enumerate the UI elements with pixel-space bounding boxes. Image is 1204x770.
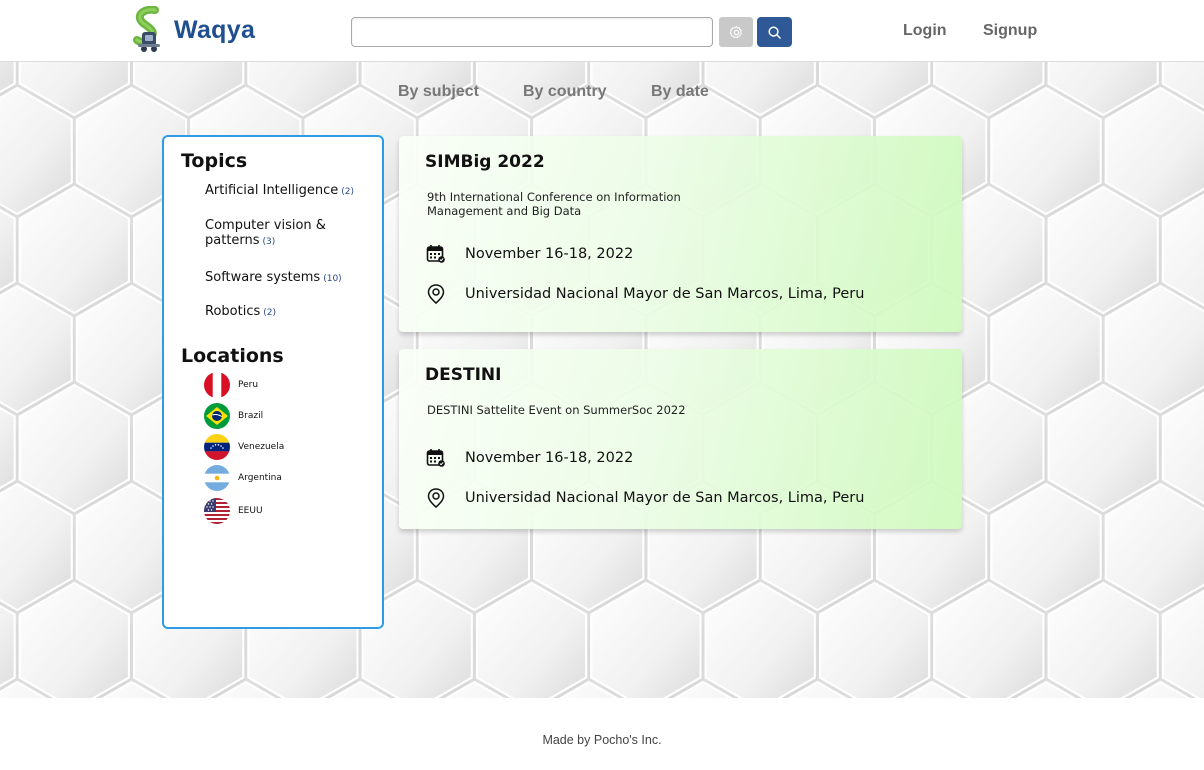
topics-heading: Topics	[181, 150, 248, 172]
topic-count: (2)	[341, 187, 354, 197]
topic-label: Artificial Intelligence	[205, 183, 339, 198]
footer: Made by Pocho's Inc.	[0, 698, 1204, 770]
event-card[interactable]: DESTINI DESTINI Sattelite Event on Summe…	[399, 349, 962, 529]
search-icon	[768, 25, 781, 39]
topic-count: (10)	[323, 274, 342, 284]
sidebar-location-peru[interactable]: Peru	[204, 372, 258, 398]
sidebar-location-brazil[interactable]: Brazil	[204, 403, 263, 429]
search-button[interactable]	[757, 17, 792, 47]
sidebar-topic-software-systems[interactable]: Software systems (10)	[205, 270, 375, 287]
event-description: DESTINI Sattelite Event on SummerSoc 202…	[427, 403, 686, 417]
venezuela-flag-icon	[204, 434, 230, 460]
location-label: Peru	[238, 380, 259, 390]
login-link[interactable]: Login	[903, 22, 947, 40]
event-date: November 16-18, 2022	[465, 246, 634, 262]
tab-by-subject[interactable]: By subject	[398, 83, 479, 101]
argentina-flag-icon	[204, 465, 230, 491]
calendar-icon	[425, 447, 447, 469]
brand-name[interactable]: Waqya	[174, 16, 255, 45]
peru-flag-icon	[204, 372, 230, 398]
sidebar-location-eeuu[interactable]: EEUU	[204, 498, 263, 524]
event-location-row: Universidad Nacional Mayor de San Marcos…	[425, 486, 864, 510]
event-date-row: November 16-18, 2022	[425, 242, 633, 266]
usa-flag-icon	[204, 498, 230, 524]
location-label: Brazil	[238, 411, 264, 421]
sidebar-location-argentina[interactable]: Argentina	[204, 465, 282, 491]
topic-label: Robotics	[205, 304, 261, 319]
topic-count: (3)	[262, 237, 276, 247]
event-description: 9th International Conference on Informat…	[427, 190, 681, 218]
location-pin-icon	[425, 283, 447, 305]
topic-count: (2)	[263, 308, 276, 318]
logo-icon[interactable]	[133, 6, 165, 54]
locations-heading: Locations	[181, 345, 284, 367]
event-title[interactable]: SIMBig 2022	[425, 152, 545, 172]
location-label: Venezuela	[238, 442, 285, 452]
location-label: Argentina	[238, 473, 282, 483]
tab-by-country[interactable]: By country	[523, 83, 607, 101]
event-location: Universidad Nacional Mayor de San Marcos…	[465, 490, 865, 506]
event-date-row: November 16-18, 2022	[425, 446, 633, 470]
brazil-flag-icon	[204, 403, 230, 429]
header-bar: Waqya Login Signup	[0, 0, 1204, 62]
location-label: EEUU	[238, 506, 263, 516]
event-location-row: Universidad Nacional Mayor de San Marcos…	[425, 282, 864, 306]
event-date: November 16-18, 2022	[465, 450, 634, 466]
event-location: Universidad Nacional Mayor de San Marcos…	[465, 286, 865, 302]
event-card[interactable]: SIMBig 2022 9th International Conference…	[399, 136, 962, 332]
search-input[interactable]	[351, 17, 713, 47]
tab-by-date[interactable]: By date	[651, 83, 709, 101]
footer-credit: Made by Pocho's Inc.	[542, 733, 662, 747]
calendar-icon	[425, 243, 447, 265]
sidebar-topic-robotics[interactable]: Robotics (2)	[205, 304, 375, 321]
topic-label: Software systems	[205, 270, 321, 285]
sidebar-location-venezuela[interactable]: Venezuela	[204, 434, 284, 460]
filter-sidebar: Topics Artificial Intelligence (2) Comput…	[162, 135, 384, 629]
search-settings-button[interactable]	[719, 17, 753, 47]
sidebar-topic-artificial-intelligence[interactable]: Artificial Intelligence (2)	[205, 183, 375, 200]
event-title[interactable]: DESTINI	[425, 365, 501, 385]
location-pin-icon	[425, 487, 447, 509]
gear-icon	[729, 25, 742, 38]
sidebar-topic-computer-vision[interactable]: Computer vision & patterns (3)	[205, 218, 375, 250]
signup-link[interactable]: Signup	[983, 22, 1037, 40]
